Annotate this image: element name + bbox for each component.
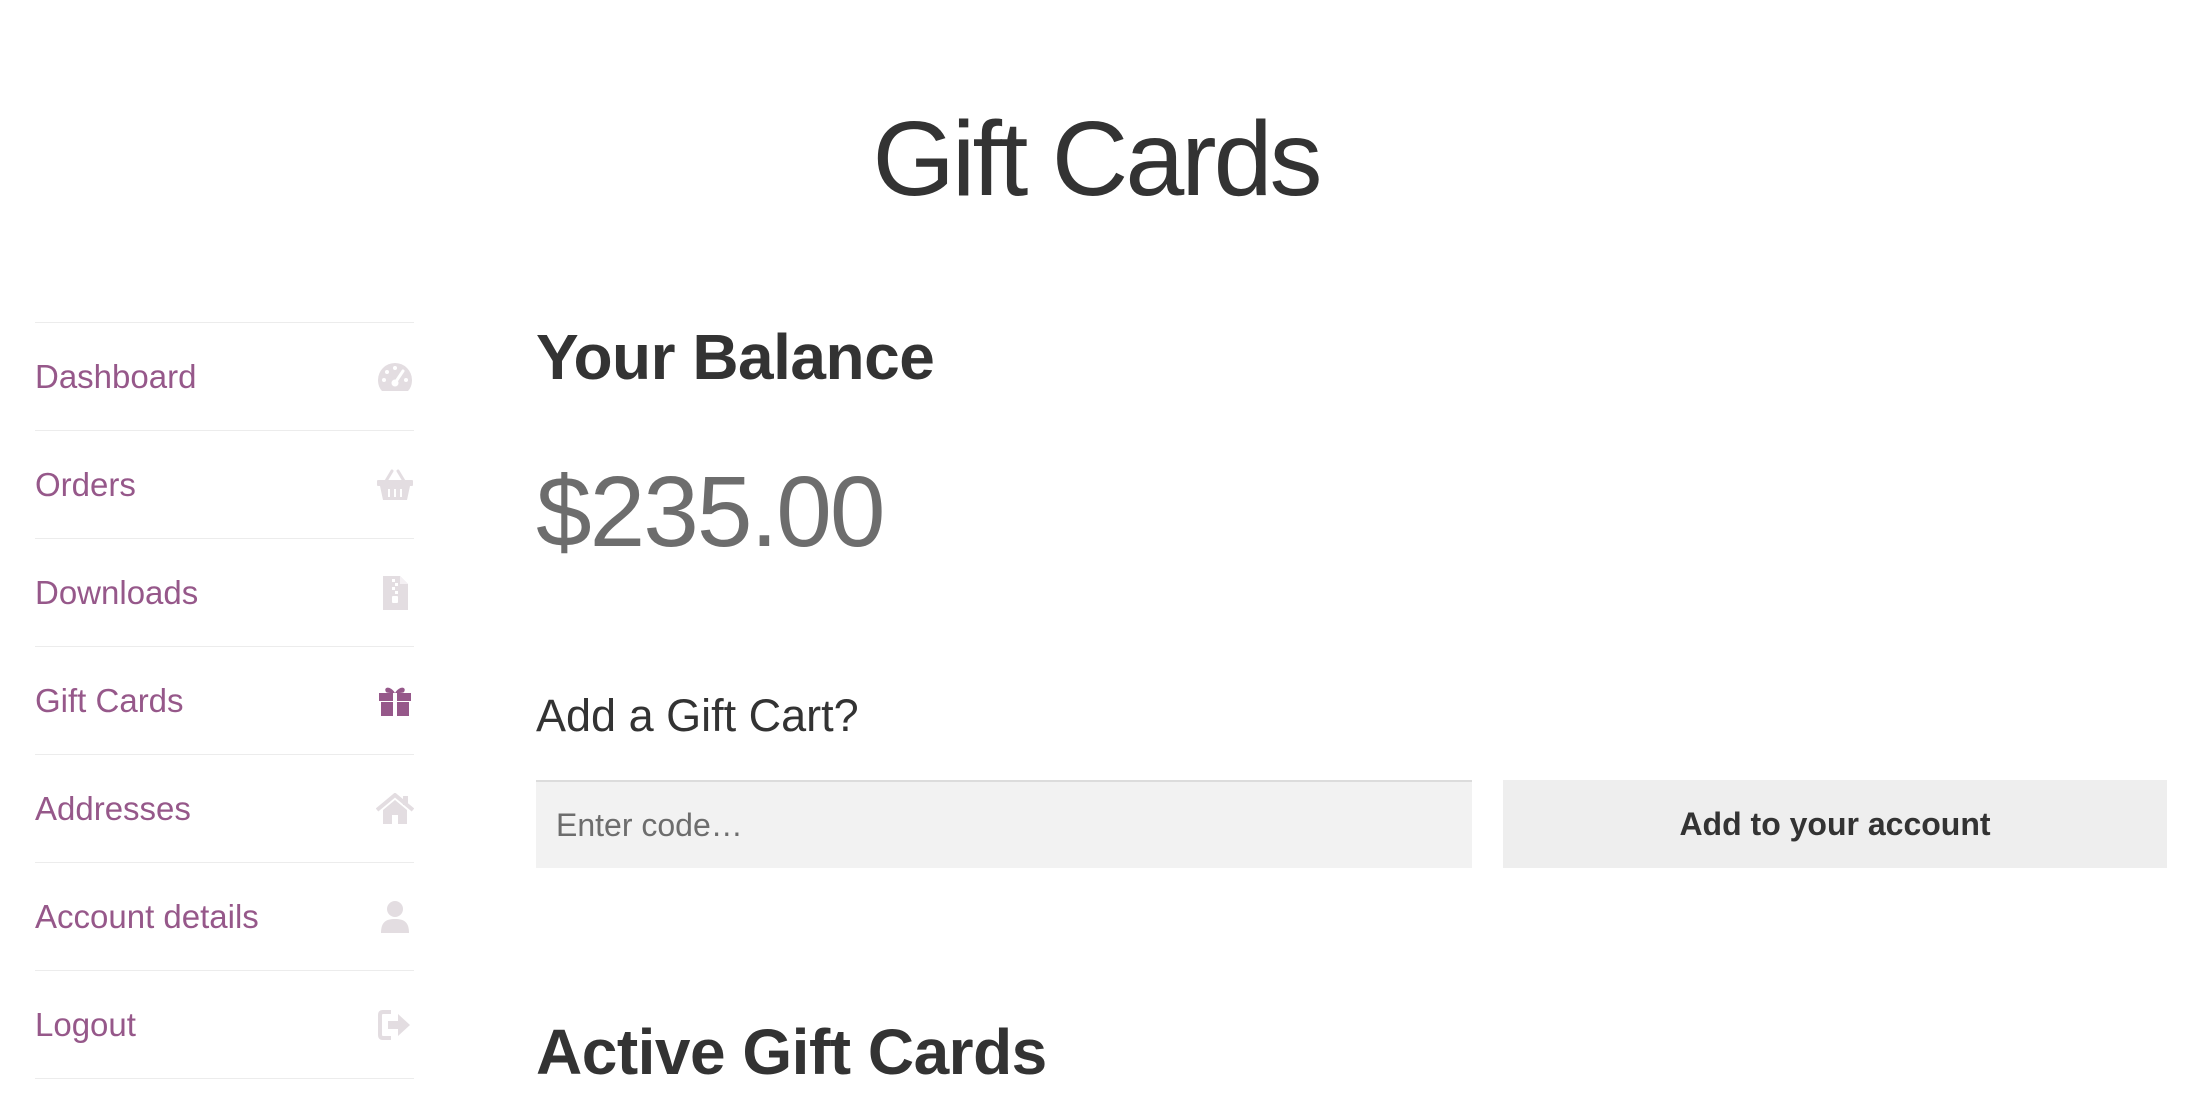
gift-card-code-input[interactable] bbox=[536, 780, 1472, 868]
active-gift-cards-heading: Active Gift Cards bbox=[536, 1016, 1047, 1088]
nav-item-downloads[interactable]: Downloads bbox=[35, 539, 414, 647]
add-gift-card-prompt: Add a Gift Cart? bbox=[536, 690, 859, 741]
nav-item-label[interactable]: Account details bbox=[35, 898, 259, 936]
sign-out-icon bbox=[376, 1006, 414, 1044]
nav-item-label[interactable]: Orders bbox=[35, 466, 136, 504]
nav-item-account-details[interactable]: Account details bbox=[35, 863, 414, 971]
user-icon bbox=[376, 898, 414, 936]
nav-item-label[interactable]: Logout bbox=[35, 1006, 136, 1044]
nav-item-orders[interactable]: Orders bbox=[35, 431, 414, 539]
add-to-account-button[interactable]: Add to your account bbox=[1503, 780, 2167, 868]
gift-icon bbox=[376, 682, 414, 720]
nav-item-label[interactable]: Gift Cards bbox=[35, 682, 184, 720]
nav-item-dashboard[interactable]: Dashboard bbox=[35, 323, 414, 431]
nav-item-label[interactable]: Dashboard bbox=[35, 358, 196, 396]
page-title: Gift Cards bbox=[872, 100, 1322, 219]
nav-item-addresses[interactable]: Addresses bbox=[35, 755, 414, 863]
basket-icon bbox=[376, 466, 414, 504]
balance-amount: $235.00 bbox=[536, 456, 885, 568]
balance-heading: Your Balance bbox=[536, 321, 935, 393]
dashboard-gauge-icon bbox=[376, 358, 414, 396]
file-archive-icon bbox=[376, 574, 414, 612]
nav-item-gift-cards[interactable]: Gift Cards bbox=[35, 647, 414, 755]
nav-item-label[interactable]: Downloads bbox=[35, 574, 198, 612]
account-navigation: Dashboard Orders Downloads Gift Cards Ad… bbox=[35, 322, 414, 1079]
home-icon bbox=[376, 790, 414, 828]
nav-item-logout[interactable]: Logout bbox=[35, 971, 414, 1079]
nav-item-label[interactable]: Addresses bbox=[35, 790, 191, 828]
